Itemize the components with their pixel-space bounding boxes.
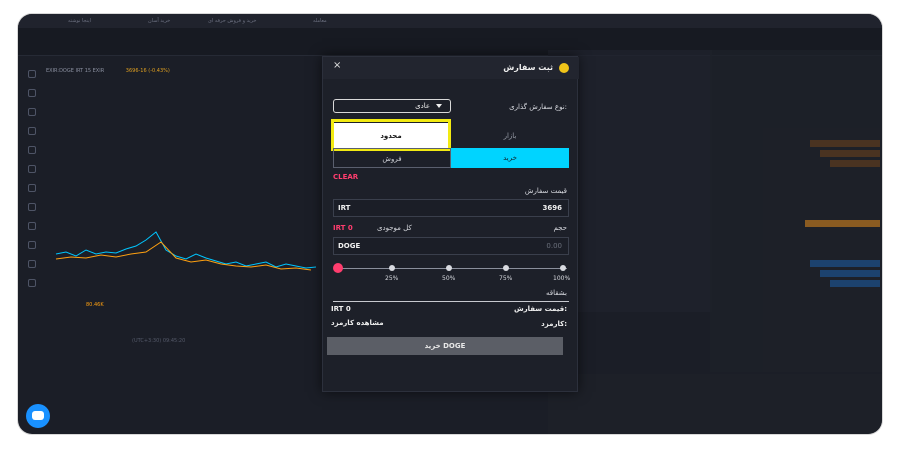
volume-label: حجم — [553, 224, 567, 232]
balance-value: IRT 0 — [333, 224, 353, 232]
caret-down-icon — [436, 104, 442, 108]
slider-stop-100[interactable] — [560, 265, 566, 271]
nav-item[interactable]: معامله — [313, 18, 327, 24]
eye-icon[interactable] — [28, 260, 36, 268]
top-nav: اینجا نوشته خرید آسان خرید و فروش حرفه ا… — [18, 14, 882, 28]
order-type-select[interactable]: عادی — [333, 99, 451, 113]
bid-bar — [830, 280, 880, 287]
ask-bar — [830, 160, 880, 167]
chat-icon — [32, 411, 44, 420]
ask-bar — [820, 150, 880, 157]
percent-slider-track[interactable] — [338, 268, 567, 269]
chat-button[interactable] — [26, 404, 50, 428]
trend-line-icon[interactable] — [28, 89, 36, 97]
pattern-icon[interactable] — [28, 165, 36, 173]
ask-bar-active — [805, 220, 880, 227]
price-value: 3696 — [542, 204, 562, 212]
zoom-icon[interactable] — [28, 203, 36, 211]
nav-item[interactable]: خرید آسان — [148, 18, 170, 24]
trash-icon[interactable] — [28, 279, 36, 287]
order-type-label: نوع سفارش گذاری: — [509, 103, 567, 111]
nav-item[interactable]: خرید و فروش حرفه ای — [208, 18, 257, 24]
candles-svg: 80.46K — [55, 231, 317, 308]
submit-buy-button[interactable]: خرید DOGE — [327, 337, 563, 355]
modal-header: × ثبت سفارش — [323, 57, 579, 79]
tab-market[interactable]: بازار — [451, 123, 569, 149]
bid-bar — [810, 260, 880, 267]
slider-stop-25[interactable] — [389, 265, 395, 271]
time-info: (UTC+3:30) 09:45:20 — [132, 338, 186, 344]
app-window: اینجا نوشته خرید آسان خرید و فروش حرفه ا… — [18, 14, 882, 434]
divider — [333, 301, 569, 302]
fib-icon[interactable] — [28, 108, 36, 116]
lock-icon[interactable] — [28, 241, 36, 249]
chart-footer: (UTC+3:30) 09:45:20 — [42, 336, 332, 350]
clear-button[interactable]: CLEAR — [333, 173, 358, 181]
bid-bar — [820, 270, 880, 277]
orderbook-panel — [710, 50, 882, 372]
pct-25: 25% — [385, 275, 399, 282]
order-type-value: عادی — [415, 102, 430, 110]
buy-button[interactable]: خرید — [451, 148, 569, 168]
slider-handle[interactable] — [333, 263, 343, 273]
fee-label: کارمزد: — [541, 320, 567, 328]
slider-stop-50[interactable] — [446, 265, 452, 271]
price-currency: IRT — [338, 204, 351, 212]
text-icon[interactable] — [28, 146, 36, 154]
ask-bar — [810, 140, 880, 147]
magnet-icon[interactable] — [28, 222, 36, 230]
pct-75: 75% — [499, 275, 513, 282]
pct-50: 50% — [442, 275, 456, 282]
pct-100: 100% — [553, 275, 571, 282]
sell-button[interactable]: فروش — [333, 148, 451, 168]
slider-stop-75[interactable] — [503, 265, 509, 271]
brush-icon[interactable] — [28, 127, 36, 135]
order-price-label: قیمت سفارش: — [513, 305, 567, 313]
price-chart[interactable]: EXIR:DOGE IRT 15 EXIR 3696-16 (-0.43%) 8… — [46, 64, 326, 349]
amount-currency: DOGE — [338, 242, 361, 250]
balance-label: کل موجودی — [377, 224, 412, 232]
nav-item[interactable]: اینجا نوشته — [68, 18, 91, 24]
depth-chart-panel — [548, 374, 882, 434]
doge-coin-icon — [559, 63, 569, 73]
ruler-icon[interactable] — [28, 184, 36, 192]
close-icon[interactable]: × — [333, 60, 341, 71]
price-input[interactable]: IRT 3696 — [333, 199, 569, 217]
amount-placeholder: 0.00 — [546, 242, 562, 250]
price-line — [55, 231, 317, 269]
crosshair-icon[interactable] — [28, 70, 36, 78]
mark-label: 80.46K — [86, 302, 104, 308]
fee-link[interactable]: مشاهده کارمزد — [331, 319, 384, 327]
highlight-box — [331, 119, 451, 151]
drawing-toolbar — [24, 70, 42, 340]
order-price-value: IRT 0 — [331, 305, 351, 313]
order-modal: × ثبت سفارش نوع سفارش گذاری: عادی محدود … — [322, 56, 579, 392]
modal-title: ثبت سفارش — [503, 63, 553, 72]
price-label: قیمت سفارش — [524, 187, 567, 195]
amount-input[interactable]: DOGE 0.00 — [333, 237, 569, 255]
total-label: بشقاقه — [546, 289, 567, 297]
